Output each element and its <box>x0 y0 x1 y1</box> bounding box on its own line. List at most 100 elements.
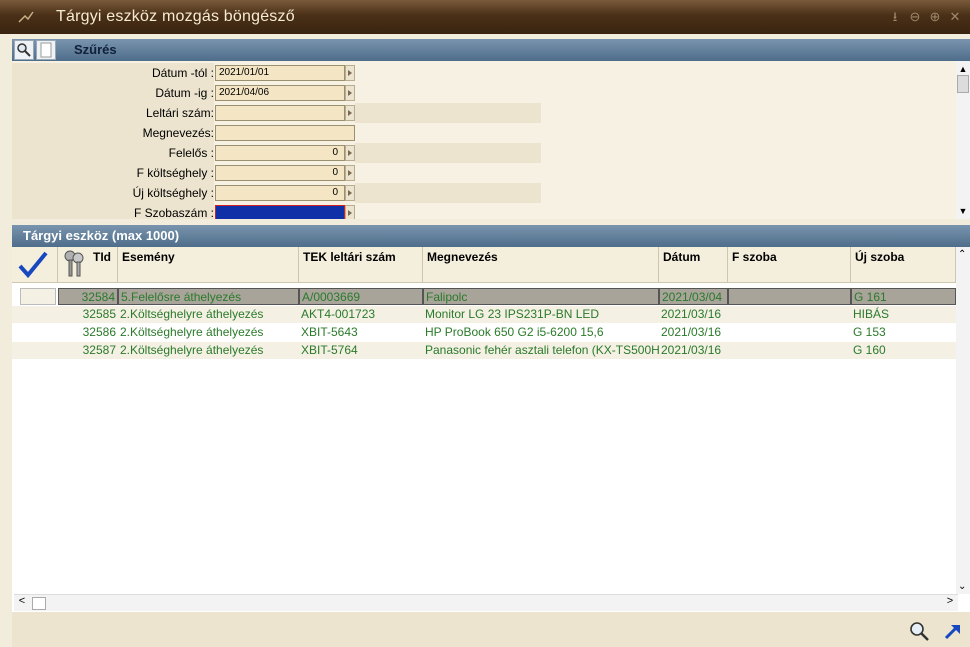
column-header-esemeny[interactable]: Esemény <box>118 247 299 283</box>
grid-section-header: Tárgyi eszköz (max 1000) <box>12 225 970 247</box>
search-button[interactable] <box>14 40 34 60</box>
cell-esemeny: 2.Költséghelyre áthelyezés <box>120 343 264 357</box>
grid-horizontal-scrollbar[interactable]: < > <box>14 594 958 611</box>
cell-tek: AKT4-001723 <box>301 307 376 321</box>
column-header-tid[interactable]: TId <box>58 247 118 283</box>
from-cost-center-lookup-button[interactable] <box>345 165 355 181</box>
new-cost-center-input[interactable]: 0 <box>215 185 345 201</box>
cell-tid: 32587 <box>82 343 116 357</box>
window-titlebar: Tárgyi eszköz mozgás böngésző ⭳ ⊖ ⊕ ✕ <box>0 0 970 34</box>
column-label: TId <box>93 250 111 264</box>
document-icon <box>40 42 52 58</box>
column-header-megnevezes[interactable]: Megnevezés <box>423 247 659 283</box>
column-header-datum[interactable]: Dátum <box>659 247 728 283</box>
scroll-up-icon[interactable]: ▲ <box>957 63 969 75</box>
name-label: Megnevezés: <box>142 126 214 140</box>
responsible-lookup-button[interactable] <box>345 145 355 161</box>
room-number-lookup-button[interactable] <box>345 205 355 219</box>
magnifier-icon <box>910 622 929 641</box>
inventory-number-lookup-button[interactable] <box>345 105 355 121</box>
search-icon <box>17 43 31 57</box>
date-from-label: Dátum -tól : <box>151 66 214 80</box>
scroll-thumb[interactable] <box>32 597 46 610</box>
column-header-tek[interactable]: TEK leltári szám <box>299 247 423 283</box>
column-label: Megnevezés <box>427 250 498 264</box>
date-to-input[interactable]: 2021/04/06 <box>215 85 345 101</box>
new-document-button[interactable] <box>36 40 56 60</box>
room-number-input[interactable] <box>215 205 345 219</box>
table-row[interactable]: 32586 2.Költséghelyre áthelyezés XBIT-56… <box>12 324 956 341</box>
name-input[interactable] <box>215 125 355 141</box>
scroll-down-icon[interactable]: ▼ <box>957 205 969 217</box>
room-number-label: F Szobaszám : <box>133 206 214 219</box>
responsible-input[interactable]: 0 <box>215 145 345 161</box>
from-cost-center-input[interactable]: 0 <box>215 165 345 181</box>
table-row[interactable]: 32584 5.Felelősre áthelyezés A/0003669 F… <box>12 288 956 305</box>
zoom-out-icon[interactable]: ⊖ <box>906 9 924 25</box>
cell-tek: XBIT-5643 <box>301 325 358 339</box>
filter-scrollbar[interactable]: ▲ ▼ <box>956 61 970 219</box>
close-icon[interactable]: ✕ <box>946 9 964 25</box>
select-column-header[interactable] <box>12 247 58 283</box>
cell-esemeny: 2.Költséghelyre áthelyezés <box>120 325 264 339</box>
scroll-left-icon[interactable]: < <box>14 595 30 610</box>
cell-tid: 32585 <box>82 307 116 321</box>
cell-megnevezes: HP ProBook 650 G2 i5-6200 15,6 <box>425 325 604 339</box>
cell-megnevezes: Panasonic fehér asztali telefon (KX-TS50… <box>425 343 659 357</box>
table-row[interactable]: 32587 2.Költséghelyre áthelyezés XBIT-57… <box>12 342 956 359</box>
grid-vertical-scrollbar[interactable]: ⌃ ⌄ <box>956 247 970 594</box>
scroll-down-icon[interactable]: ⌄ <box>958 581 966 592</box>
asset-movement-table: TId Esemény TEK leltári szám Megnevezés … <box>12 247 970 612</box>
keys-icon <box>64 250 84 277</box>
scroll-thumb[interactable] <box>957 75 969 93</box>
search-button[interactable] <box>908 620 932 642</box>
cell-datum: 2021/03/04 <box>659 288 728 305</box>
new-cost-center-label: Új költséghely : <box>132 186 214 200</box>
cell-fszoba <box>728 306 851 323</box>
row-stripe <box>355 143 541 163</box>
row-selector[interactable] <box>20 288 56 305</box>
cell-megnevezes: Monitor LG 23 IPS231P-BN LED <box>425 307 600 321</box>
column-header-fszoba[interactable]: F szoba <box>728 247 851 283</box>
responsible-label: Felelős : <box>168 146 214 160</box>
filter-title: Szűrés <box>74 42 117 57</box>
window-title: Tárgyi eszköz mozgás böngésző <box>56 8 295 25</box>
date-to-label: Dátum -ig : <box>155 86 214 100</box>
checkmark-icon <box>18 251 48 279</box>
filter-panel: Dátum -tól : 2021/01/01 Dátum -ig : 2021… <box>12 61 970 219</box>
column-label: F szoba <box>732 250 777 264</box>
cell-tek: A/0003669 <box>299 288 423 305</box>
column-header-ujszoba[interactable]: Új szoba <box>851 247 956 283</box>
date-from-input[interactable]: 2021/01/01 <box>215 65 345 81</box>
row-stripe <box>355 183 541 203</box>
scroll-up-icon[interactable]: ⌃ <box>958 249 966 260</box>
cell-ujszoba: HIBÁS <box>853 307 890 321</box>
date-to-picker-button[interactable] <box>345 85 355 101</box>
filter-section-header: Szűrés <box>12 39 970 61</box>
date-from-picker-button[interactable] <box>345 65 355 81</box>
cell-tek: XBIT-5764 <box>301 343 358 357</box>
cell-datum: 2021/03/16 <box>661 343 722 357</box>
table-row[interactable]: 32585 2.Költséghelyre áthelyezés AKT4-00… <box>12 306 956 323</box>
grid-title: Tárgyi eszköz (max 1000) <box>23 228 180 243</box>
cell-tid: 32586 <box>82 325 116 339</box>
row-stripe <box>355 103 541 123</box>
inventory-number-label: Leltári szám: <box>145 106 214 120</box>
cell-datum: 2021/03/16 <box>661 307 722 321</box>
column-label: Esemény <box>122 250 175 264</box>
column-label: Dátum <box>663 250 701 264</box>
app-icon <box>18 11 34 23</box>
inventory-number-input[interactable] <box>215 105 345 121</box>
cell-datum: 2021/03/16 <box>661 325 722 339</box>
new-cost-center-lookup-button[interactable] <box>345 185 355 201</box>
export-button[interactable] <box>942 620 966 642</box>
cell-ujszoba: G 161 <box>851 288 956 305</box>
scroll-right-icon[interactable]: > <box>942 595 958 610</box>
cell-fszoba <box>728 324 851 341</box>
zoom-in-icon[interactable]: ⊕ <box>926 9 944 25</box>
column-label: TEK leltári szám <box>303 250 396 264</box>
minimize-icon[interactable]: ⭳ <box>886 9 904 25</box>
cell-esemeny: 2.Költséghelyre áthelyezés <box>120 307 264 321</box>
cell-megnevezes: Falipolc <box>423 288 659 305</box>
cell-fszoba <box>728 288 851 305</box>
